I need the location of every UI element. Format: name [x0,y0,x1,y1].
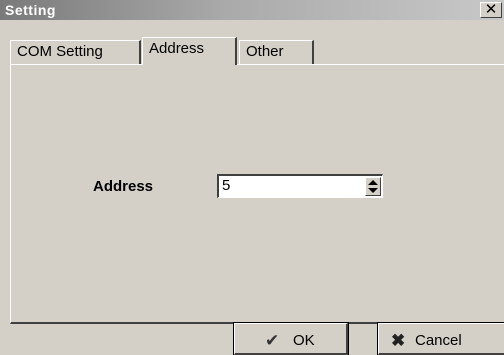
address-value[interactable]: 5 [222,177,230,194]
close-icon: ✕ [484,1,498,18]
close-button[interactable]: ✕ [480,2,502,18]
address-label: Address [93,178,154,195]
tab-address-label: Address [149,40,205,57]
cancel-button[interactable]: ✖ Cancel [377,322,504,355]
ok-label: OK [293,332,315,349]
ok-button[interactable]: ✔ OK [233,322,349,355]
spinner-buttons[interactable] [365,177,381,196]
window-title: Setting [5,2,56,18]
spin-down-icon[interactable] [368,188,378,193]
spin-up-icon[interactable] [368,180,378,185]
address-spinner[interactable]: 5 [217,174,383,198]
checkmark-icon: ✔ [265,331,280,350]
tab-com-setting-label: COM Setting [17,43,103,60]
tab-other[interactable]: Other [239,40,314,64]
x-icon: ✖ [391,331,406,350]
title-bar[interactable]: Setting ✕ [0,0,504,20]
tab-com-setting[interactable]: COM Setting [10,40,141,64]
cancel-label: Cancel [415,332,462,349]
tab-address[interactable]: Address [142,37,237,65]
tab-other-label: Other [246,43,284,60]
